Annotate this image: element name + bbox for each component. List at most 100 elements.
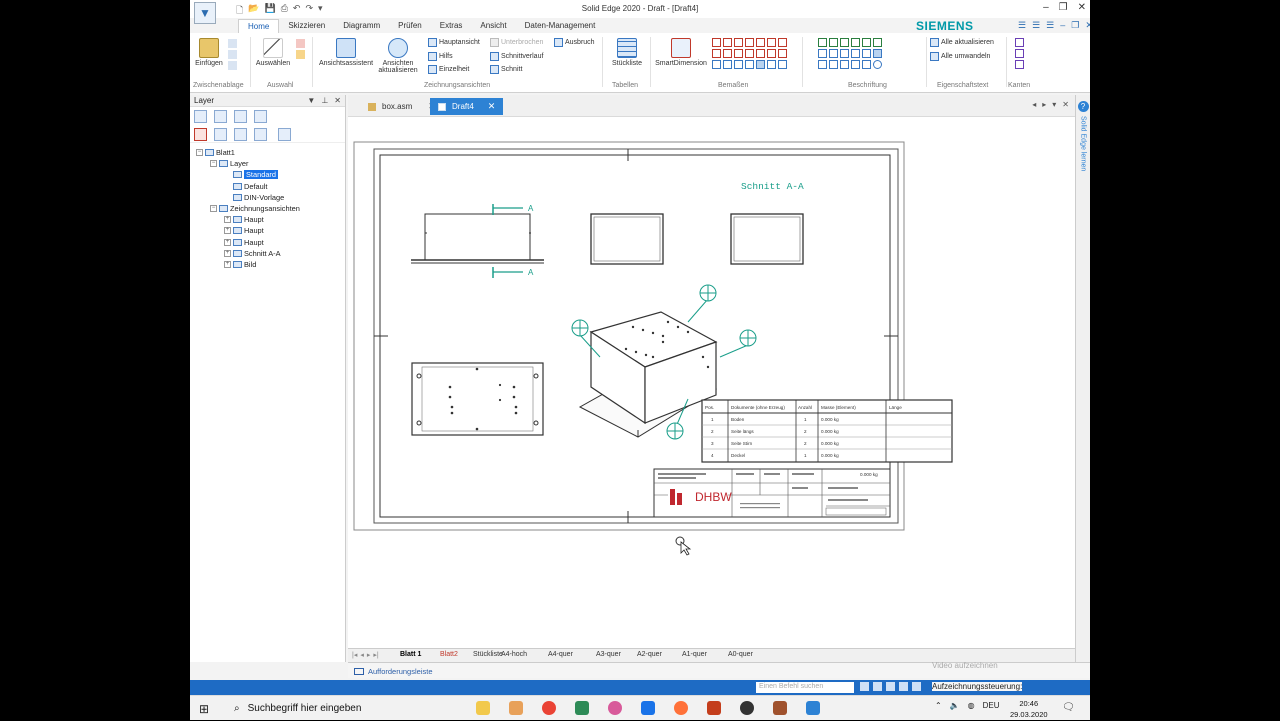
dim-attach-7-icon[interactable]: [778, 60, 787, 69]
view-icon[interactable]: [912, 682, 921, 691]
ribbon-tab-ansicht[interactable]: Ansicht: [471, 19, 515, 33]
dim-attach-5-icon[interactable]: [756, 60, 765, 69]
convert-all-button[interactable]: Alle umwandeln: [930, 52, 990, 61]
tree-expander-icon[interactable]: +: [224, 238, 231, 246]
select-button[interactable]: Auswählen: [254, 38, 292, 67]
next-sheet-icon[interactable]: ▸: [367, 651, 371, 659]
dim-style-4-icon[interactable]: [745, 49, 754, 58]
sheet-tab[interactable]: A2-quer: [637, 651, 662, 658]
format-painter-icon[interactable]: [228, 61, 237, 70]
help-icon[interactable]: ?: [1077, 101, 1089, 112]
section-button[interactable]: Schnitt: [490, 65, 522, 74]
dim-attach-3-icon[interactable]: [734, 60, 743, 69]
app-blue-icon[interactable]: [641, 701, 655, 715]
ribbon-tab-diagramm[interactable]: Diagramm: [334, 19, 389, 33]
dim-style-5-icon[interactable]: [756, 49, 765, 58]
sheet-tab[interactable]: A4-quer: [548, 651, 573, 658]
dim-style-1-icon[interactable]: [712, 49, 721, 58]
coordinate-icon[interactable]: [734, 38, 743, 47]
tree-expander-icon[interactable]: −: [196, 149, 203, 157]
annotation-misc-1-icon[interactable]: [829, 60, 838, 69]
app-pink-icon[interactable]: [608, 701, 622, 715]
panel-pin-icon[interactable]: ⊥: [321, 96, 328, 105]
title-block[interactable]: 0.000 kg DHBW: [653, 468, 891, 518]
app-green-icon[interactable]: [575, 701, 589, 715]
ribbon-tab-skizzieren[interactable]: Skizzieren: [279, 19, 334, 33]
sheet-tab[interactable]: Stückliste: [473, 651, 503, 658]
layer-delete-icon[interactable]: [194, 128, 207, 141]
callout-icon[interactable]: [818, 38, 827, 47]
update-all-button[interactable]: Alle aktualisieren: [930, 38, 994, 47]
sheet-tab[interactable]: A0-quer: [728, 651, 753, 658]
broken-view-button[interactable]: Unterbrochen: [490, 38, 543, 47]
layout-icon[interactable]: ☰: [1018, 20, 1026, 31]
dim-attach-1-icon[interactable]: [712, 60, 721, 69]
layer-filter-icon[interactable]: [278, 128, 291, 141]
tree-node[interactable]: DIN-Vorlage: [196, 192, 345, 203]
zoom-icon[interactable]: [886, 682, 895, 691]
record-video-label[interactable]: Video aufzeichnen: [932, 661, 998, 670]
minimize-button[interactable]: –: [1043, 2, 1049, 13]
bolt-hole-icon[interactable]: [818, 60, 827, 69]
sheet-tab[interactable]: A3-quer: [596, 651, 621, 658]
tree-node[interactable]: + Schnitt A-A: [196, 248, 345, 259]
tree-node[interactable]: + Bild: [196, 259, 345, 270]
select-filter-icon[interactable]: [296, 39, 305, 48]
drawing-sheet[interactable]: A A Schnitt A-A Pos. Dokumente (ohne Erz…: [348, 117, 1075, 648]
dim-attach-6-icon[interactable]: [767, 60, 776, 69]
arc-icon[interactable]: [778, 38, 787, 47]
firefox-icon[interactable]: [674, 701, 688, 715]
panel-close-icon[interactable]: ✕: [334, 96, 341, 105]
windows-start-icon[interactable]: ⊞: [199, 702, 209, 716]
tree-node[interactable]: + Haupt: [196, 214, 345, 225]
command-search-input[interactable]: Einen Befehl suchen: [756, 682, 854, 693]
camera-app-icon[interactable]: [509, 701, 523, 715]
parts-list-table[interactable]: Pos. Dokumente (ohne Erzeug) Anzahl Masse (…: [701, 399, 953, 463]
solid-edge-taskbar-icon[interactable]: [806, 701, 820, 715]
cutting-plane-button[interactable]: Schnittverlauf: [490, 52, 543, 61]
ribbon-tab-home[interactable]: Home: [238, 19, 280, 33]
pan-icon[interactable]: [899, 682, 908, 691]
tree-node[interactable]: Default: [196, 181, 345, 192]
distance-icon[interactable]: [712, 38, 721, 47]
ribbon-tab-daten-management[interactable]: Daten-Management: [516, 19, 605, 33]
edge-show-icon[interactable]: [1015, 60, 1024, 69]
close-tab-icon[interactable]: ✕: [488, 101, 496, 112]
centerline-icon[interactable]: [873, 49, 882, 58]
weld-icon[interactable]: [862, 38, 871, 47]
tree-expander-icon[interactable]: +: [224, 216, 231, 224]
sheet-tab[interactable]: A4-hoch: [501, 651, 527, 658]
close-button[interactable]: ✕: [1078, 2, 1086, 13]
parts-list-button[interactable]: Stückliste: [608, 38, 646, 67]
leader-icon[interactable]: [840, 38, 849, 47]
annotation-misc-2-icon[interactable]: [840, 60, 849, 69]
app-brown-icon[interactable]: [773, 701, 787, 715]
taskbar-search[interactable]: ⌕ Suchbegriff hier eingeben: [228, 696, 464, 721]
cut-icon[interactable]: [228, 39, 237, 48]
scroll-left-icon[interactable]: ◂: [1032, 100, 1036, 109]
radial-icon[interactable]: [767, 38, 776, 47]
ribbon-close-icon[interactable]: ✕: [1085, 20, 1090, 31]
dim-attach-4-icon[interactable]: [745, 60, 754, 69]
ribbon-minimize-icon[interactable]: –: [1060, 20, 1065, 31]
layer-new-icon[interactable]: [194, 110, 207, 123]
layout3-icon[interactable]: ☰: [1046, 20, 1054, 31]
copy-icon[interactable]: [228, 50, 237, 59]
tray-expand-icon[interactable]: ⌃: [935, 701, 942, 710]
learn-solid-edge-link[interactable]: Solid Edge lernen: [1080, 116, 1087, 171]
powerpoint-icon[interactable]: [707, 701, 721, 715]
chrome-icon[interactable]: [542, 701, 556, 715]
text-icon[interactable]: [851, 49, 860, 58]
layout2-icon[interactable]: ☰: [1032, 20, 1040, 31]
layer-move-icon[interactable]: [214, 110, 227, 123]
annotation-misc-4-icon[interactable]: [862, 60, 871, 69]
taskbar-clock[interactable]: 20:46 29.03.2020: [1010, 698, 1048, 720]
fit-icon[interactable]: [873, 682, 882, 691]
edge-hide-icon[interactable]: [1015, 49, 1024, 58]
layer-properties-icon[interactable]: [234, 110, 247, 123]
scroll-right-icon[interactable]: ▸: [1042, 100, 1046, 109]
dim-style-2-icon[interactable]: [723, 49, 732, 58]
layer-activate-icon[interactable]: [254, 128, 267, 141]
annotation-misc-3-icon[interactable]: [851, 60, 860, 69]
principal-view-button[interactable]: Hauptansicht: [428, 38, 480, 47]
